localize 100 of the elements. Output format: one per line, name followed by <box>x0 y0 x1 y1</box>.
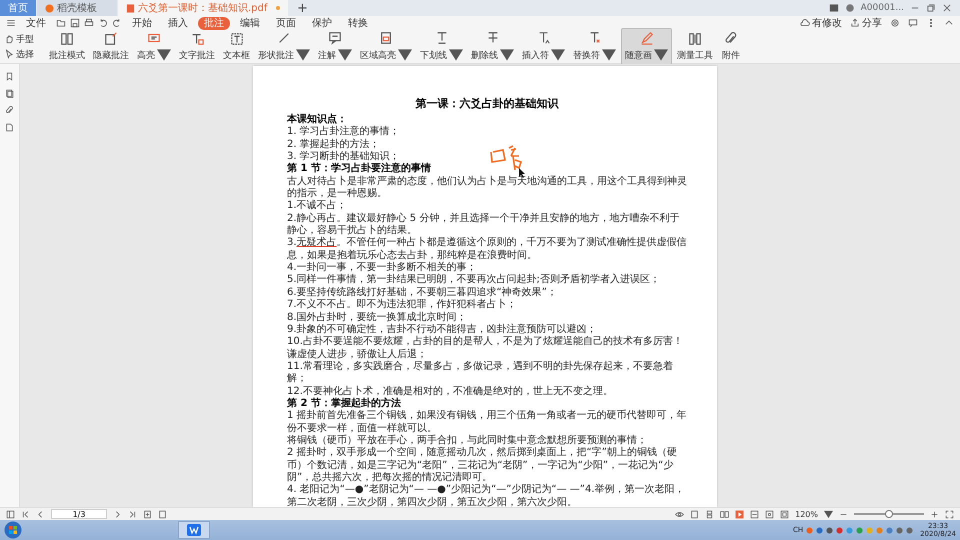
save-icon[interactable] <box>70 18 80 28</box>
tool-button[interactable]: 区域高亮 <box>357 29 415 64</box>
paragraph: 2.静心再占。建议最好静心 5 分钟，并且选择一个干净并且安静的地方，地方嘈杂不利于静心，容易干扰占卜的结果。 <box>287 212 680 236</box>
paragraph: 11.常看理论，多实践磨合，尽量多占，多做记录，遇到不明的卦先保存起来，不要急着解； <box>287 360 674 386</box>
wps-logo-icon <box>187 524 201 536</box>
zoom-in-icon[interactable] <box>930 510 939 518</box>
comment-icon[interactable] <box>908 18 918 28</box>
ribbon-tab[interactable]: 转换 <box>342 16 374 30</box>
print-icon[interactable] <box>84 18 94 28</box>
add-page-icon[interactable] <box>143 510 152 518</box>
paragraph: 1. 学习占卦注意的事情； <box>287 126 401 138</box>
ribbon-tab[interactable]: 插入 <box>162 16 194 30</box>
pointer-icon <box>4 49 14 59</box>
tool-button[interactable]: 插入符 <box>519 29 568 64</box>
avatar-icon[interactable] <box>844 3 855 13</box>
tool-button[interactable]: 附件 <box>718 30 744 64</box>
strikethrough-icon <box>486 31 500 45</box>
tool-button[interactable]: 隐藏批注 <box>90 30 132 64</box>
book-icon <box>60 32 74 46</box>
last-page-icon[interactable] <box>128 510 137 518</box>
ribbon-tab[interactable]: 开始 <box>126 16 158 30</box>
settings-icon[interactable] <box>890 18 900 28</box>
paragraph: 2. 掌握起卦的方法； <box>287 138 381 150</box>
paragraph: 9.卦象的不可确定性，吉卦不行动不能得吉，凶卦注意预防可以避凶； <box>287 324 598 336</box>
paperclip-icon <box>724 32 738 46</box>
paragraph: 5.同样一件事情，第一卦结果已明朗，不要再次占问起卦;否则矛盾初学者入进误区； <box>287 274 661 286</box>
redo-icon[interactable] <box>112 18 122 28</box>
start-button[interactable] <box>4 521 22 539</box>
undo-icon[interactable] <box>98 18 108 28</box>
line-icon <box>277 31 291 45</box>
ribbon-tab[interactable]: 编辑 <box>234 16 266 30</box>
taskbar-app-button[interactable] <box>178 521 210 539</box>
highlighter-icon <box>147 31 161 45</box>
page-icon[interactable] <box>158 510 167 518</box>
paragraph: 6.要坚持传统路线打好基础，不要朝三暮四追求“神奇效果”； <box>287 286 558 298</box>
paragraph: 10.占卦不要逞能不要炫耀，占卦的目的是帮人，不是为了炫耀逞能自己的技术有多厉害！谦虚使人进步，骄傲让人后退； <box>287 336 684 360</box>
zoom-level[interactable]: 120% <box>795 510 818 518</box>
eye-icon[interactable] <box>675 510 684 518</box>
tool-button[interactable]: 测量工具 <box>674 30 716 64</box>
new-tab-button[interactable]: + <box>289 0 316 16</box>
section-heading: 本课知识点： <box>287 114 347 126</box>
action-link[interactable]: 有修改 <box>812 16 842 30</box>
paragraph: 7.不义不不占。即不为违法犯罪，作奸犯科者占卜； <box>287 299 518 312</box>
two-page-icon[interactable] <box>720 510 730 518</box>
note-icon <box>104 32 118 46</box>
restore-icon[interactable] <box>926 3 936 13</box>
paragraph: 12.不要神化占卜术，准确是相对的，不准确是绝对的，世上无不变之理。 <box>287 386 614 397</box>
insert-mark-icon <box>536 31 550 45</box>
section-heading: 第 2 节：掌握起卦的方法 <box>287 398 401 410</box>
paragraph: 古人对待占卜是非常严肃的态度，他们认为占卜是与天地沟通的工具，用这个工具得到神灵的指示，是一种恩赐。 <box>287 176 687 200</box>
single-page-icon[interactable] <box>690 510 700 518</box>
ribbon-tab[interactable]: 保护 <box>306 16 338 30</box>
layout-icon[interactable] <box>828 3 839 13</box>
paragraph: 1 摇卦前首先准备三个铜钱，如果没有铜钱，用三个伍角一角或者一元的硬币代替即可，年份不要求一样，面值一样就可以。 <box>287 410 687 434</box>
tool-button[interactable]: 下划线 <box>417 29 466 64</box>
fit-width-icon[interactable] <box>750 510 760 518</box>
hand-icon <box>4 34 14 44</box>
slider-thumb[interactable] <box>885 510 893 518</box>
first-page-icon[interactable] <box>21 510 30 518</box>
folder-icon[interactable] <box>56 18 66 28</box>
tool-button[interactable]: 随意画 <box>621 28 672 65</box>
ribbon-tab[interactable]: 页面 <box>270 16 302 30</box>
paragraph: 将铜钱（硬币）平放在手心，两手合扣，与此同时集中意念默想所要预测的事情； <box>287 434 648 446</box>
account-name[interactable]: A00001... <box>860 3 904 13</box>
text-icon <box>190 32 204 46</box>
tool-button[interactable]: 文本框 <box>220 30 253 64</box>
fit-page-icon[interactable] <box>765 510 774 518</box>
actual-size-icon[interactable] <box>780 510 790 518</box>
tool-button[interactable]: 删除线 <box>468 29 517 64</box>
share-icon[interactable] <box>850 18 860 28</box>
tool-button[interactable]: 批注模式 <box>46 30 88 64</box>
tab[interactable]: 稻壳模板 <box>37 0 117 16</box>
paragraph: 1.不诚不占； <box>287 200 348 212</box>
tool-button[interactable]: 形状批注 <box>255 29 313 64</box>
fullscreen-icon[interactable] <box>945 510 954 518</box>
close-icon[interactable] <box>942 3 952 13</box>
tool-button[interactable]: 注解 <box>315 29 355 64</box>
page-number-field[interactable]: 1/3 <box>51 509 107 519</box>
sidebar-toggle-icon[interactable] <box>6 510 15 518</box>
play-icon[interactable] <box>735 510 744 518</box>
tool-button[interactable]: 高亮 <box>134 29 174 64</box>
pages-icon[interactable] <box>5 89 14 98</box>
tool-button[interactable]: 手型 <box>4 32 34 46</box>
underline-icon <box>434 31 448 45</box>
tool-button[interactable]: 文字批注 <box>176 30 218 64</box>
pencil-icon <box>640 31 654 45</box>
cloud-icon[interactable] <box>800 18 810 28</box>
bookmark-icon[interactable] <box>5 72 14 81</box>
menu-icon[interactable] <box>6 18 16 28</box>
continuous-page-icon[interactable] <box>705 510 714 518</box>
action-link[interactable]: 分享 <box>862 16 882 30</box>
template-logo-icon <box>45 4 54 12</box>
paragraph: 4.一卦问一事，不要一卦多断不相关的事； <box>287 262 478 274</box>
paragraph: 3. 学习断卦的基础知识； <box>287 151 401 162</box>
tool-button[interactable]: 选择 <box>4 48 34 60</box>
tool-button[interactable]: 替换符 <box>570 29 619 64</box>
file-menu[interactable]: 文件 <box>20 16 52 30</box>
paperclip-icon[interactable] <box>5 106 14 115</box>
text-box-icon <box>230 32 244 46</box>
document-icon[interactable] <box>5 123 14 132</box>
